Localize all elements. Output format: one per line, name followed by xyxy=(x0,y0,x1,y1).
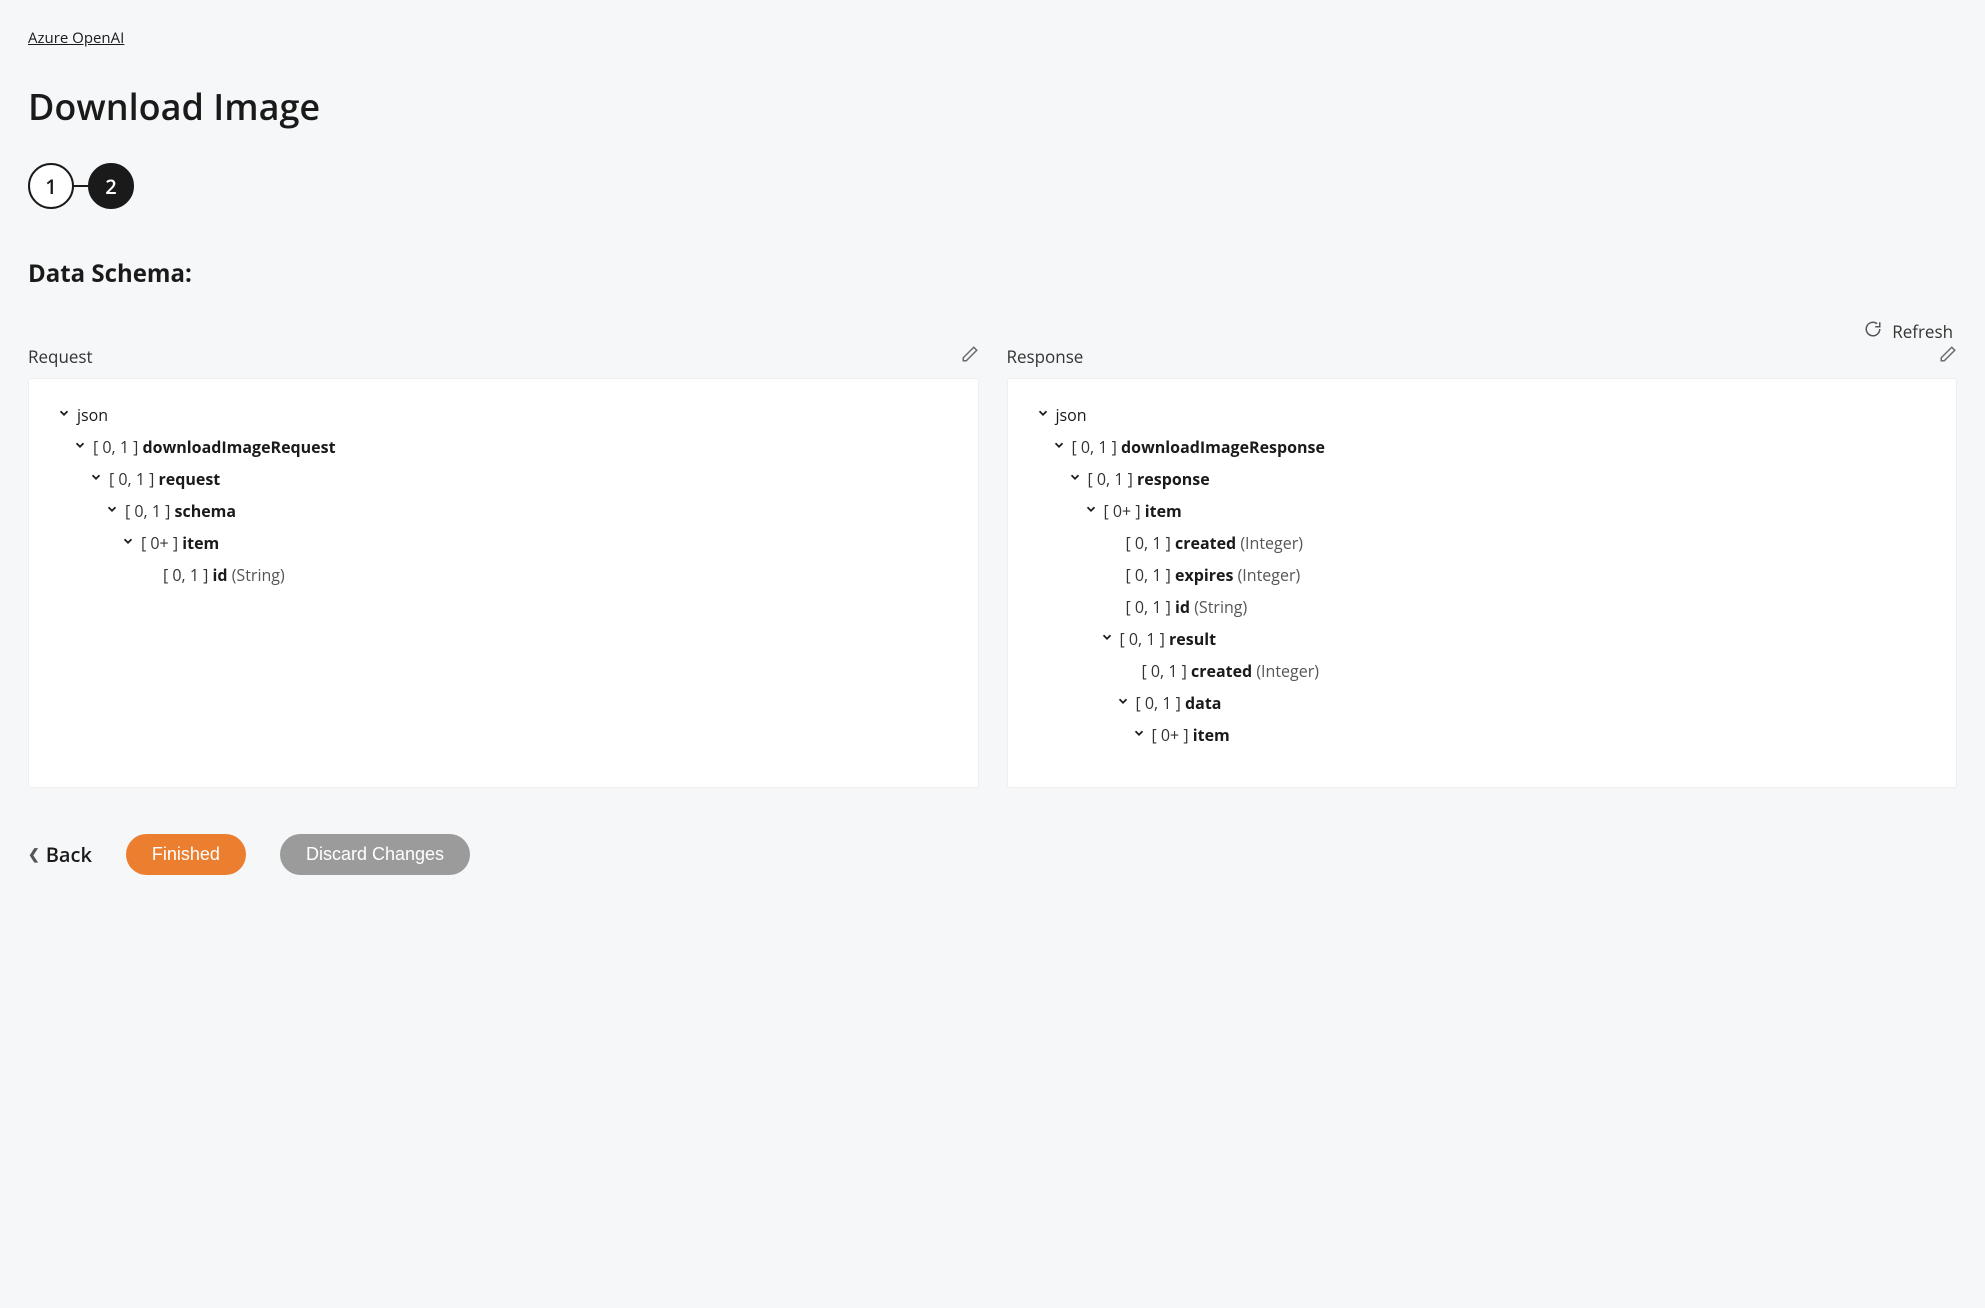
chevron-down-icon xyxy=(1116,692,1130,715)
page-title: Download Image xyxy=(28,82,1957,131)
request-tree-node: [ 0, 1 ] id (String) xyxy=(53,559,954,591)
chevron-down-icon xyxy=(1068,468,1082,491)
response-tree-node[interactable]: [ 0, 1 ] data xyxy=(1032,687,1933,719)
chevron-down-icon xyxy=(121,532,135,555)
response-tree-node[interactable]: [ 0, 1 ] downloadImageResponse xyxy=(1032,431,1933,463)
response-tree-node: [ 0, 1 ] created (Integer) xyxy=(1032,655,1933,687)
tree-node-label: [ 0+ ] item xyxy=(1104,499,1182,523)
request-label: Request xyxy=(28,345,93,368)
tree-node-label: [ 0+ ] item xyxy=(1152,723,1230,747)
response-tree-node[interactable]: [ 0+ ] item xyxy=(1032,719,1933,751)
request-panel: json [ 0, 1 ] downloadImageRequest [ 0, 1 … xyxy=(28,378,979,788)
request-tree-node[interactable]: [ 0, 1 ] request xyxy=(53,463,954,495)
tree-node-label: [ 0, 1 ] data xyxy=(1136,691,1222,715)
chevron-down-icon xyxy=(1100,628,1114,651)
response-tree-node: [ 0, 1 ] created (Integer) xyxy=(1032,527,1933,559)
chevron-down-icon xyxy=(1036,404,1050,427)
tree-node-label: [ 0, 1 ] created (Integer) xyxy=(1142,659,1319,683)
response-tree-node[interactable]: [ 0, 1 ] response xyxy=(1032,463,1933,495)
refresh-icon[interactable] xyxy=(1864,320,1882,343)
back-button[interactable]: ❮ Back xyxy=(28,841,92,868)
tree-node-label: [ 0, 1 ] schema xyxy=(125,499,236,523)
chevron-down-icon xyxy=(1084,500,1098,523)
back-label: Back xyxy=(46,841,92,868)
response-tree-node: [ 0, 1 ] id (String) xyxy=(1032,591,1933,623)
request-tree-node[interactable]: [ 0+ ] item xyxy=(53,527,954,559)
request-tree-node[interactable]: json xyxy=(53,399,954,431)
step-connector xyxy=(74,185,88,187)
tree-node-label: [ 0, 1 ] id (String) xyxy=(1126,595,1248,619)
response-tree-node[interactable]: [ 0, 1 ] result xyxy=(1032,623,1933,655)
request-edit-icon[interactable] xyxy=(961,345,979,368)
response-label: Response xyxy=(1007,345,1084,368)
response-column: Response json [ 0, 1 ] downloadImageRespo… xyxy=(1007,345,1958,788)
step-1[interactable]: 1 xyxy=(28,163,74,209)
tree-node-label: [ 0, 1 ] downloadImageResponse xyxy=(1072,435,1325,459)
request-column: Request json [ 0, 1 ] downloadImageReques… xyxy=(28,345,979,788)
tree-node-label: json xyxy=(77,403,108,427)
discard-button[interactable]: Discard Changes xyxy=(280,834,470,875)
footer: ❮ Back Finished Discard Changes xyxy=(28,834,1957,875)
tree-node-label: [ 0, 1 ] downloadImageRequest xyxy=(93,435,336,459)
breadcrumb[interactable]: Azure OpenAI xyxy=(28,28,124,48)
step-2[interactable]: 2 xyxy=(88,163,134,209)
chevron-down-icon xyxy=(57,404,71,427)
chevron-down-icon xyxy=(105,500,119,523)
tree-node-label: [ 0, 1 ] request xyxy=(109,467,220,491)
tree-node-label: [ 0+ ] item xyxy=(141,531,219,555)
chevron-down-icon xyxy=(89,468,103,491)
tree-node-label: [ 0, 1 ] id (String) xyxy=(163,563,285,587)
stepper: 1 2 xyxy=(28,163,1957,209)
tree-node-label: [ 0, 1 ] created (Integer) xyxy=(1126,531,1303,555)
request-tree-node[interactable]: [ 0, 1 ] schema xyxy=(53,495,954,527)
response-tree-node: [ 0, 1 ] expires (Integer) xyxy=(1032,559,1933,591)
tree-node-label: json xyxy=(1056,403,1087,427)
chevron-down-icon xyxy=(1052,436,1066,459)
chevron-down-icon xyxy=(73,436,87,459)
response-panel: json [ 0, 1 ] downloadImageResponse [ 0, 1… xyxy=(1007,378,1958,788)
section-title: Data Schema: xyxy=(28,257,1957,290)
response-edit-icon[interactable] xyxy=(1939,345,1957,368)
finished-button[interactable]: Finished xyxy=(126,834,246,875)
tree-node-label: [ 0, 1 ] result xyxy=(1120,627,1217,651)
tree-node-label: [ 0, 1 ] expires (Integer) xyxy=(1126,563,1301,587)
chevron-left-icon: ❮ xyxy=(28,845,40,864)
chevron-down-icon xyxy=(1132,724,1146,747)
refresh-row: Refresh xyxy=(28,320,1957,343)
response-tree-node[interactable]: json xyxy=(1032,399,1933,431)
response-tree-node[interactable]: [ 0+ ] item xyxy=(1032,495,1933,527)
refresh-label[interactable]: Refresh xyxy=(1892,320,1953,343)
request-tree-node[interactable]: [ 0, 1 ] downloadImageRequest xyxy=(53,431,954,463)
tree-node-label: [ 0, 1 ] response xyxy=(1088,467,1210,491)
